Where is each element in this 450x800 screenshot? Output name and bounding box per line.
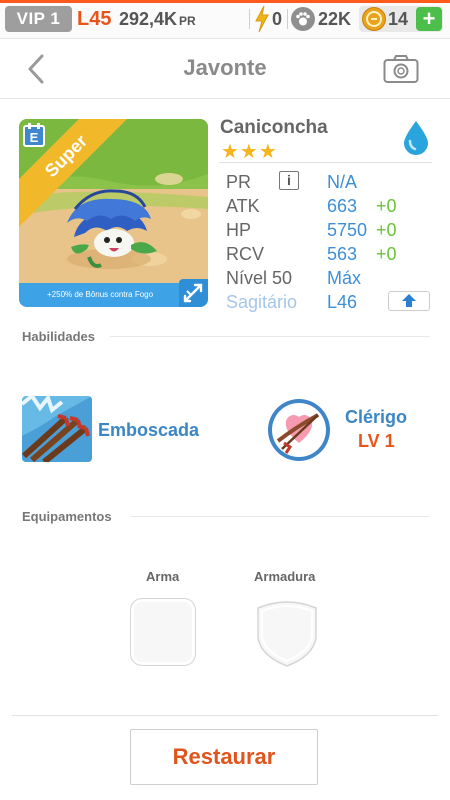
add-coins-button[interactable]: + <box>416 7 442 31</box>
info-button[interactable]: i <box>279 171 299 190</box>
equipment-divider <box>130 516 430 517</box>
energy-bolt-icon <box>255 5 269 33</box>
stat-value-rcv: 563 <box>327 244 358 264</box>
energy-count: 0 <box>272 9 283 29</box>
stat-label-level: Nível 50 <box>226 268 293 288</box>
armor-label: Armadura <box>254 569 316 584</box>
arrows-icon[interactable] <box>22 396 92 462</box>
stat-value-constellation: L46 <box>327 292 358 312</box>
coin-icon <box>362 7 386 31</box>
stat-value-pr: N/A <box>327 172 358 192</box>
abilities-divider <box>110 336 430 337</box>
stat-label-constellation: Sagitário <box>226 292 298 312</box>
power-rating-value: 292,4K <box>119 9 178 29</box>
monster-card[interactable]: Super E +250% de Bônus contra Fogo <box>19 119 208 307</box>
nav-divider <box>0 98 450 99</box>
restore-button[interactable]: Restaurar <box>130 729 318 785</box>
heart-bow-icon[interactable] <box>266 397 332 463</box>
stat-value-level: Máx <box>327 268 362 288</box>
name-divider <box>219 162 432 163</box>
weapon-slot[interactable] <box>130 598 196 666</box>
equipment-heading: Equipamentos <box>22 509 112 524</box>
power-rating: 292,4K PR <box>119 6 196 32</box>
stat-label-rcv: RCV <box>226 244 265 264</box>
class-badge <box>179 279 208 307</box>
card-type-letter: E <box>30 130 39 145</box>
divider <box>249 9 250 29</box>
divider <box>287 9 288 29</box>
skill-name-clerigo[interactable]: Clérigo <box>345 407 407 428</box>
stat-label-pr: PR <box>226 172 252 192</box>
paw-count: 22K <box>318 9 352 29</box>
upgrade-button[interactable] <box>388 291 430 311</box>
stat-value-atk: 663 <box>327 196 358 216</box>
vip-badge[interactable]: VIP 1 <box>5 6 72 32</box>
coin-count: 14 <box>388 9 409 29</box>
stat-label-hp: HP <box>226 220 252 240</box>
star-rating: ★★★ <box>221 141 278 163</box>
stat-label-atk: ATK <box>226 196 260 216</box>
stat-bonus-rcv: +0 <box>376 244 397 264</box>
water-drop-icon <box>404 121 428 155</box>
footer-divider <box>12 715 438 716</box>
armor-slot[interactable] <box>255 598 319 668</box>
stat-bonus-atk: +0 <box>376 196 397 216</box>
card-type-icon: E <box>23 123 45 147</box>
stat-bonus-hp: +0 <box>376 220 397 240</box>
monster-name: Caniconcha <box>220 117 328 138</box>
arrow-up-icon <box>402 294 416 307</box>
status-bar-accent <box>0 0 450 3</box>
skill-level: LV 1 <box>358 431 395 451</box>
camera-icon[interactable] <box>383 54 419 84</box>
power-rating-unit: PR <box>179 14 196 28</box>
player-level: L45 <box>77 8 112 30</box>
paw-icon <box>291 7 315 31</box>
abilities-heading: Habilidades <box>22 329 95 344</box>
skill-name-emboscada[interactable]: Emboscada <box>98 420 199 441</box>
archer-class-icon <box>183 283 203 303</box>
stat-value-hp: 5750 <box>327 220 368 240</box>
weapon-label: Arma <box>146 569 180 584</box>
